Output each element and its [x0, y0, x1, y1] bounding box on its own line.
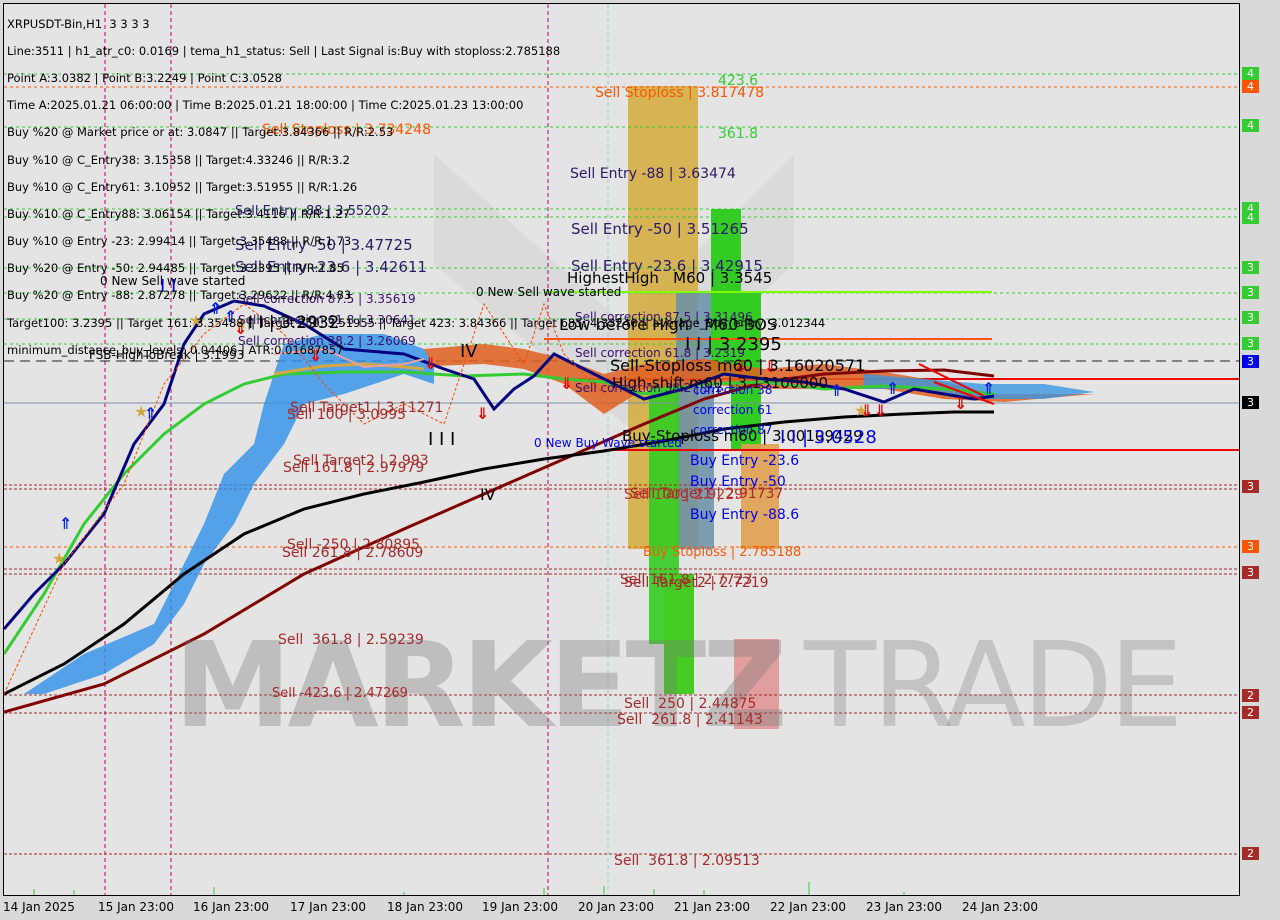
time-label: 20 Jan 23:00 — [578, 900, 654, 914]
svg-text:★: ★ — [854, 401, 868, 420]
info-line: Buy %10 @ C_Entry61: 3.10952 || Target:3… — [7, 179, 358, 194]
price-label: 2 — [1242, 706, 1259, 719]
svg-text:⇓: ⇓ — [874, 401, 887, 420]
watermark-left: MARKETZ — [174, 616, 788, 754]
price-label: 2 — [1242, 847, 1259, 860]
svg-text:★: ★ — [52, 549, 66, 568]
time-label: 16 Jan 23:00 — [193, 900, 269, 914]
price-label: 3 — [1242, 311, 1259, 324]
price-label: 3 — [1242, 540, 1259, 553]
time-label: 21 Jan 23:00 — [674, 900, 750, 914]
svg-text:⇑: ⇑ — [886, 379, 899, 398]
annotation: Sell -423.6 | 2.47269 — [272, 686, 408, 701]
annotation: 0 New Buy Wave started — [534, 436, 682, 450]
price-label: 4 — [1242, 80, 1259, 93]
annotation: Sell 261.8 | 2.41143 — [617, 712, 763, 728]
time-label: 18 Jan 23:00 — [387, 900, 463, 914]
annotation: correction 38 — [693, 383, 773, 397]
price-label: 3 — [1242, 286, 1259, 299]
info-line: Buy %20 @ Market price or at: 3.0847 || … — [7, 125, 394, 140]
info-line: minimum_distance_buy_levels: 0.04406 | A… — [7, 342, 344, 357]
watermark-right: TRADE — [804, 616, 1183, 754]
time-label: 14 Jan 2025 — [3, 900, 75, 914]
symbol-title: XRPUSDT-Bin,H1 3 3 3 3 — [7, 16, 150, 31]
annotation: Sell Target2 | 2.7219 — [624, 575, 769, 591]
info-line: Line:3511 | h1_atr_c0: 0.0169 | tema_h1_… — [7, 43, 561, 58]
svg-text:★: ★ — [134, 402, 148, 421]
info-line: Target100: 3.2395 || Target 161: 3.35488… — [7, 315, 826, 330]
price-label: 3 — [1242, 566, 1259, 579]
price-label: 3 — [1242, 480, 1259, 493]
info-line: Buy %20 @ Entry -50: 2.94485 || Target:3… — [7, 261, 344, 276]
time-label: 15 Jan 23:00 — [98, 900, 174, 914]
annotation: Buy Entry -88.6 — [690, 507, 800, 523]
volume-bars — [33, 882, 905, 895]
time-label: 24 Jan 23:00 — [962, 900, 1038, 914]
svg-text:⇑: ⇑ — [830, 381, 843, 400]
info-panel: XRPUSDT-Bin,H1 3 3 3 3 Line:3511 | h1_at… — [7, 4, 825, 371]
info-line: Time A:2025.01.21 06:00:00 | Time B:2025… — [7, 98, 524, 113]
annotation: IV — [480, 485, 496, 504]
annotation: Buy Stoploss | 2.785188 — [643, 545, 802, 560]
annotation: Sell 100 | 2.9229 — [624, 487, 744, 503]
svg-text:⇓: ⇓ — [476, 404, 489, 423]
annotation: Sell 361.8 | 2.09513 — [614, 853, 760, 869]
svg-text:⇑: ⇑ — [982, 379, 995, 398]
info-line: Point A:3.0382 | Point B:3.2249 | Point … — [7, 70, 282, 85]
price-label: 4 — [1242, 67, 1259, 80]
price-label: 4 — [1242, 119, 1259, 132]
svg-text:⇑: ⇑ — [59, 514, 72, 533]
info-line: Buy %20 @ Entry -88: 2.87278 || Target:3… — [7, 288, 352, 303]
price-label: 3 — [1242, 355, 1259, 368]
info-line: Buy %10 @ Entry -23: 2.99414 || Target:3… — [7, 234, 352, 249]
annotation: correction 61 — [693, 403, 773, 417]
annotation: Sell 361.8 | 2.59239 — [278, 632, 424, 648]
time-label: 23 Jan 23:00 — [866, 900, 942, 914]
current-price-label: 3 — [1242, 396, 1259, 409]
annotation: Sell 261.8 | 2.78609 — [282, 545, 424, 561]
price-label: 3 — [1242, 261, 1259, 274]
annotation: Sell 250 | 2.44875 — [624, 696, 757, 712]
price-label: 2 — [1242, 689, 1259, 702]
price-label: 4 — [1242, 211, 1259, 224]
time-label: 17 Jan 23:00 — [290, 900, 366, 914]
annotation: Buy Entry -23.6 — [690, 453, 800, 469]
svg-text:⇓: ⇓ — [560, 374, 573, 393]
info-line: Buy %10 @ C_Entry38: 3.15358 || Target:4… — [7, 152, 350, 167]
svg-text:⇓: ⇓ — [954, 394, 967, 413]
annotation: I I | 3.0528 — [780, 427, 877, 448]
info-line: Buy %10 @ C_Entry88: 3.06154 || Target:3… — [7, 206, 350, 221]
price-label: 3 — [1242, 337, 1259, 350]
annotation: Sell 100 | 3.0995 — [287, 407, 407, 423]
annotation: I I I — [428, 429, 456, 450]
time-label: 19 Jan 23:00 — [482, 900, 558, 914]
annotation: Sell 161.8 | 2.97979 — [283, 460, 425, 476]
time-label: 22 Jan 23:00 — [770, 900, 846, 914]
